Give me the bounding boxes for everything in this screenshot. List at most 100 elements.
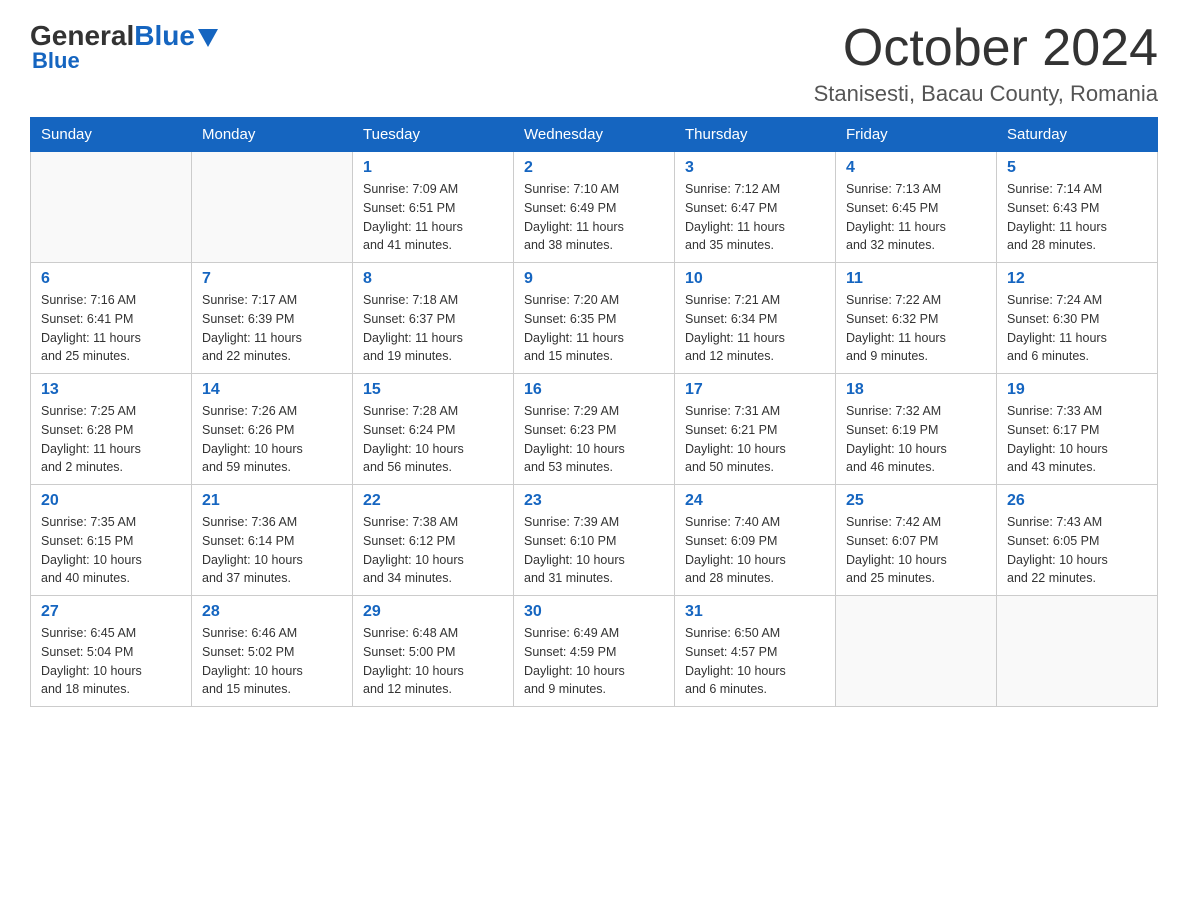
day-info: Sunrise: 7:10 AM Sunset: 6:49 PM Dayligh… xyxy=(524,180,664,255)
week-row: 27 Sunrise: 6:45 AM Sunset: 5:04 PM Dayli… xyxy=(31,596,1158,707)
day-number: 8 xyxy=(363,270,503,288)
calendar-cell xyxy=(836,596,997,707)
day-info: Sunrise: 7:39 AM Sunset: 6:10 PM Dayligh… xyxy=(524,513,664,588)
day-info: Sunrise: 7:18 AM Sunset: 6:37 PM Dayligh… xyxy=(363,291,503,366)
calendar-cell: 26Sunrise: 7:43 AM Sunset: 6:05 PM Dayli… xyxy=(997,485,1158,596)
calendar-cell: 23 Sunrise: 7:39 AM Sunset: 6:10 PM Dayli… xyxy=(514,485,675,596)
day-info: Sunrise: 7:20 AM Sunset: 6:35 PM Dayligh… xyxy=(524,291,664,366)
day-number: 2 xyxy=(524,159,664,177)
calendar-header-row: SundayMondayTuesdayWednesdayThursdayFrid… xyxy=(31,118,1158,152)
day-info: Sunrise: 7:40 AM Sunset: 6:09 PM Dayligh… xyxy=(685,513,825,588)
day-number: 23 xyxy=(524,492,664,510)
calendar-cell: 20 Sunrise: 7:35 AM Sunset: 6:15 PM Dayli… xyxy=(31,485,192,596)
calendar-cell: 4Sunrise: 7:13 AM Sunset: 6:45 PM Daylig… xyxy=(836,152,997,263)
calendar-cell: 31Sunrise: 6:50 AM Sunset: 4:57 PM Dayli… xyxy=(675,596,836,707)
calendar-cell: 1 Sunrise: 7:09 AM Sunset: 6:51 PM Daylig… xyxy=(353,152,514,263)
day-info: Sunrise: 6:45 AM Sunset: 5:04 PM Dayligh… xyxy=(41,624,181,699)
calendar-cell: 6 Sunrise: 7:16 AM Sunset: 6:41 PM Daylig… xyxy=(31,263,192,374)
day-info: Sunrise: 7:29 AM Sunset: 6:23 PM Dayligh… xyxy=(524,402,664,477)
day-number: 25 xyxy=(846,492,986,510)
calendar-cell: 19 Sunrise: 7:33 AM Sunset: 6:17 PM Dayli… xyxy=(997,374,1158,485)
day-number: 27 xyxy=(41,603,181,621)
calendar-cell: 16Sunrise: 7:29 AM Sunset: 6:23 PM Dayli… xyxy=(514,374,675,485)
day-number: 14 xyxy=(202,381,342,399)
calendar-cell: 29Sunrise: 6:48 AM Sunset: 5:00 PM Dayli… xyxy=(353,596,514,707)
month-title: October 2024 xyxy=(814,20,1158,77)
day-info: Sunrise: 7:16 AM Sunset: 6:41 PM Dayligh… xyxy=(41,291,181,366)
calendar-cell: 30 Sunrise: 6:49 AM Sunset: 4:59 PM Dayli… xyxy=(514,596,675,707)
calendar-cell: 14 Sunrise: 7:26 AM Sunset: 6:26 PM Dayli… xyxy=(192,374,353,485)
calendar-cell xyxy=(192,152,353,263)
calendar-cell xyxy=(31,152,192,263)
day-number: 17 xyxy=(685,381,825,399)
day-info: Sunrise: 7:09 AM Sunset: 6:51 PM Dayligh… xyxy=(363,180,503,255)
calendar-cell: 18 Sunrise: 7:32 AM Sunset: 6:19 PM Dayli… xyxy=(836,374,997,485)
calendar-cell: 13 Sunrise: 7:25 AM Sunset: 6:28 PM Dayli… xyxy=(31,374,192,485)
calendar-cell: 28 Sunrise: 6:46 AM Sunset: 5:02 PM Dayli… xyxy=(192,596,353,707)
day-number: 11 xyxy=(846,270,986,288)
week-row: 1 Sunrise: 7:09 AM Sunset: 6:51 PM Daylig… xyxy=(31,152,1158,263)
calendar-cell: 8 Sunrise: 7:18 AM Sunset: 6:37 PM Daylig… xyxy=(353,263,514,374)
day-number: 1 xyxy=(363,159,503,177)
day-number: 6 xyxy=(41,270,181,288)
calendar-cell: 9 Sunrise: 7:20 AM Sunset: 6:35 PM Daylig… xyxy=(514,263,675,374)
day-of-week-header: Sunday xyxy=(31,118,192,152)
day-number: 19 xyxy=(1007,381,1147,399)
calendar-cell: 10Sunrise: 7:21 AM Sunset: 6:34 PM Dayli… xyxy=(675,263,836,374)
calendar-table: SundayMondayTuesdayWednesdayThursdayFrid… xyxy=(30,117,1158,707)
location-title: Stanisesti, Bacau County, Romania xyxy=(814,81,1158,107)
day-info: Sunrise: 7:28 AM Sunset: 6:24 PM Dayligh… xyxy=(363,402,503,477)
day-of-week-header: Wednesday xyxy=(514,118,675,152)
day-number: 10 xyxy=(685,270,825,288)
logo: GeneralBlue Blue xyxy=(30,20,218,74)
day-info: Sunrise: 7:38 AM Sunset: 6:12 PM Dayligh… xyxy=(363,513,503,588)
day-info: Sunrise: 7:36 AM Sunset: 6:14 PM Dayligh… xyxy=(202,513,342,588)
logo-triangle-icon xyxy=(198,29,218,47)
day-info: Sunrise: 7:33 AM Sunset: 6:17 PM Dayligh… xyxy=(1007,402,1147,477)
calendar-cell: 2 Sunrise: 7:10 AM Sunset: 6:49 PM Daylig… xyxy=(514,152,675,263)
day-of-week-header: Saturday xyxy=(997,118,1158,152)
day-info: Sunrise: 7:32 AM Sunset: 6:19 PM Dayligh… xyxy=(846,402,986,477)
day-info: Sunrise: 7:17 AM Sunset: 6:39 PM Dayligh… xyxy=(202,291,342,366)
week-row: 13 Sunrise: 7:25 AM Sunset: 6:28 PM Dayli… xyxy=(31,374,1158,485)
calendar-cell: 5 Sunrise: 7:14 AM Sunset: 6:43 PM Daylig… xyxy=(997,152,1158,263)
calendar-cell xyxy=(997,596,1158,707)
day-info: Sunrise: 7:22 AM Sunset: 6:32 PM Dayligh… xyxy=(846,291,986,366)
day-info: Sunrise: 7:25 AM Sunset: 6:28 PM Dayligh… xyxy=(41,402,181,477)
day-info: Sunrise: 7:31 AM Sunset: 6:21 PM Dayligh… xyxy=(685,402,825,477)
calendar-cell: 11 Sunrise: 7:22 AM Sunset: 6:32 PM Dayli… xyxy=(836,263,997,374)
day-info: Sunrise: 6:49 AM Sunset: 4:59 PM Dayligh… xyxy=(524,624,664,699)
calendar-cell: 21 Sunrise: 7:36 AM Sunset: 6:14 PM Dayli… xyxy=(192,485,353,596)
day-info: Sunrise: 7:42 AM Sunset: 6:07 PM Dayligh… xyxy=(846,513,986,588)
logo-blue-text: Blue xyxy=(134,20,195,52)
day-number: 12 xyxy=(1007,270,1147,288)
calendar-cell: 15Sunrise: 7:28 AM Sunset: 6:24 PM Dayli… xyxy=(353,374,514,485)
day-number: 22 xyxy=(363,492,503,510)
day-number: 21 xyxy=(202,492,342,510)
day-info: Sunrise: 7:26 AM Sunset: 6:26 PM Dayligh… xyxy=(202,402,342,477)
day-info: Sunrise: 7:12 AM Sunset: 6:47 PM Dayligh… xyxy=(685,180,825,255)
day-info: Sunrise: 6:46 AM Sunset: 5:02 PM Dayligh… xyxy=(202,624,342,699)
calendar-cell: 17 Sunrise: 7:31 AM Sunset: 6:21 PM Dayli… xyxy=(675,374,836,485)
day-info: Sunrise: 7:35 AM Sunset: 6:15 PM Dayligh… xyxy=(41,513,181,588)
logo-blue-underline: Blue xyxy=(32,48,80,74)
day-of-week-header: Thursday xyxy=(675,118,836,152)
day-number: 18 xyxy=(846,381,986,399)
day-info: Sunrise: 7:14 AM Sunset: 6:43 PM Dayligh… xyxy=(1007,180,1147,255)
calendar-cell: 22 Sunrise: 7:38 AM Sunset: 6:12 PM Dayli… xyxy=(353,485,514,596)
day-number: 28 xyxy=(202,603,342,621)
day-number: 26 xyxy=(1007,492,1147,510)
day-number: 30 xyxy=(524,603,664,621)
calendar-cell: 24Sunrise: 7:40 AM Sunset: 6:09 PM Dayli… xyxy=(675,485,836,596)
calendar-cell: 27 Sunrise: 6:45 AM Sunset: 5:04 PM Dayli… xyxy=(31,596,192,707)
day-number: 5 xyxy=(1007,159,1147,177)
day-number: 3 xyxy=(685,159,825,177)
day-number: 9 xyxy=(524,270,664,288)
title-block: October 2024 Stanisesti, Bacau County, R… xyxy=(814,20,1158,107)
day-number: 13 xyxy=(41,381,181,399)
calendar-cell: 7Sunrise: 7:17 AM Sunset: 6:39 PM Daylig… xyxy=(192,263,353,374)
week-row: 6 Sunrise: 7:16 AM Sunset: 6:41 PM Daylig… xyxy=(31,263,1158,374)
calendar-cell: 12Sunrise: 7:24 AM Sunset: 6:30 PM Dayli… xyxy=(997,263,1158,374)
day-number: 20 xyxy=(41,492,181,510)
day-info: Sunrise: 6:48 AM Sunset: 5:00 PM Dayligh… xyxy=(363,624,503,699)
